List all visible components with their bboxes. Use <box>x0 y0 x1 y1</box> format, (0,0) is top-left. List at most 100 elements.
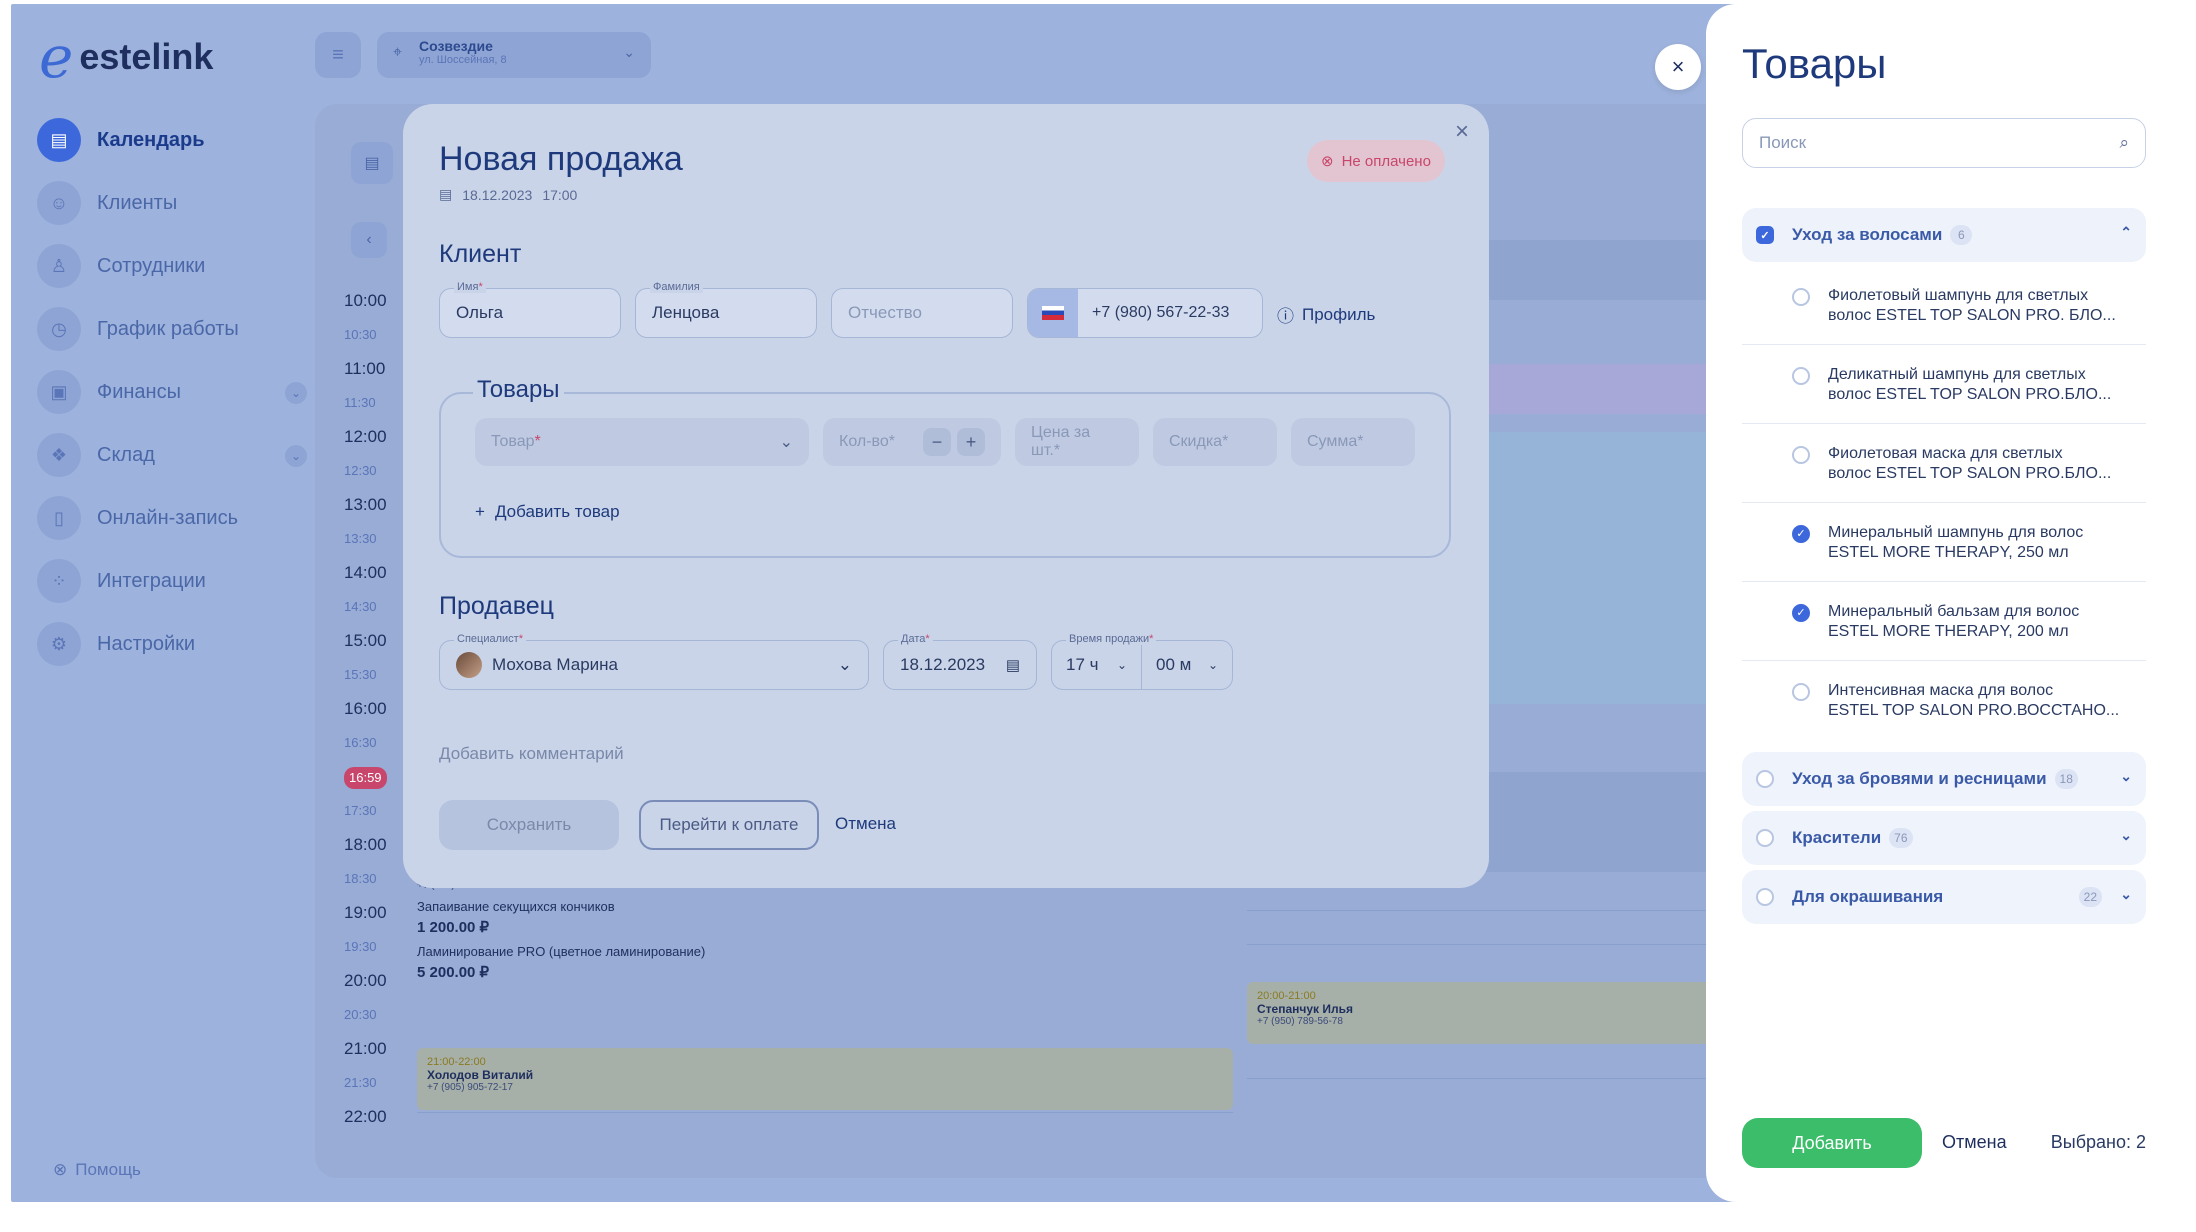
calendar-event[interactable]: 20:00-21:00 Степанчук Илья +7 (950) 789-… <box>1247 982 1717 1044</box>
sidebar-item-schedule[interactable]: ◷ График работы <box>37 307 307 351</box>
product-item[interactable]: Деликатный шампунь для светлых волос ESTE… <box>1742 345 2146 424</box>
checkbox[interactable] <box>1756 770 1774 788</box>
chevron-down-icon[interactable]: ⌄ <box>285 445 307 467</box>
checkbox-checked[interactable]: ✓ <box>1756 226 1774 244</box>
checkbox-checked[interactable]: ✓ <box>1792 604 1810 622</box>
plus-button[interactable]: + <box>957 428 985 456</box>
profile-link[interactable]: ⓘ Профиль <box>1277 302 1375 327</box>
last-name-field[interactable]: Фамилия Ленцова <box>635 281 817 338</box>
checkbox[interactable] <box>1792 288 1810 306</box>
minute-select[interactable]: 00 м ⌄ <box>1142 641 1232 689</box>
add-comment-link[interactable]: Добавить комментарий <box>439 744 624 764</box>
unpaid-icon: ⊗ <box>1321 153 1334 170</box>
category-coloring[interactable]: Для окрашивания 22 ⌄ <box>1742 870 2146 924</box>
product-item[interactable]: ✓ Минеральный бальзам для волос ESTEL MORE… <box>1742 582 2146 661</box>
sidebar-item-label: Интеграции <box>97 569 206 592</box>
checkbox[interactable] <box>1792 446 1810 464</box>
product-item[interactable]: ✓ Минеральный шампунь для волос ESTEL MORE… <box>1742 503 2146 582</box>
go-to-payment-button[interactable]: Перейти к оплате <box>639 800 819 850</box>
logo-mark-icon: e <box>39 23 74 91</box>
product-item[interactable]: Фиолетовый шампунь для светлых волос ESTE… <box>1742 266 2146 345</box>
category-brows-lashes[interactable]: Уход за бровями и ресницами 18 ⌄ <box>1742 752 2146 806</box>
calendar-slot[interactable] <box>1471 772 1721 872</box>
wallet-icon: ▣ <box>37 370 81 414</box>
sidebar-item-staff[interactable]: ♙ Сотрудники <box>37 244 307 288</box>
cancel-button[interactable]: Отмена <box>835 814 896 834</box>
product-item[interactable]: Фиолетовая маска для светлых волос ESTEL … <box>1742 424 2146 503</box>
quantity-stepper[interactable]: Кол-во* − + <box>823 418 1001 466</box>
country-flag-button[interactable] <box>1028 289 1078 337</box>
modal-time: 17:00 <box>542 186 578 203</box>
prev-day-button[interactable]: ‹ <box>351 222 387 258</box>
gear-icon: ⚙ <box>37 622 81 666</box>
help-link[interactable]: ⊗ Помощь <box>53 1160 141 1180</box>
location-select[interactable]: ⌖ Созвездие ул. Шоссейная, 8 ⌄ <box>377 32 651 78</box>
calendar-slot[interactable] <box>1471 240 1721 300</box>
field-label: Время продажи* <box>1066 633 1157 645</box>
price-input[interactable]: Цена за шт.* <box>1015 418 1139 466</box>
time-label: 19:30 <box>344 939 377 954</box>
time-label: 12:30 <box>344 463 377 478</box>
calendar-event[interactable]: 21:00-22:00 Холодов Виталий +7 (905) 905… <box>417 1048 1233 1110</box>
calendar-slot[interactable] <box>1471 364 1721 414</box>
category-hair-care[interactable]: ✓ Уход за волосами 6 ⌃ <box>1742 208 2146 262</box>
calendar-event-details[interactable]: +7 (950) 812-13-14 Запаивание секущихся … <box>417 880 1233 981</box>
calendar-view-button[interactable]: ▤ <box>351 142 393 184</box>
sidebar-item-calendar[interactable]: ▤ Календарь <box>37 118 307 162</box>
sale-time-field[interactable]: Время продажи* 17 ч ⌄ 00 м ⌄ <box>1051 633 1233 690</box>
category-count: 76 <box>1889 828 1913 848</box>
chevron-down-icon[interactable]: ⌄ <box>285 382 307 404</box>
time-label: 13:00 <box>344 495 387 514</box>
chevron-down-icon[interactable]: ⌄ <box>2120 886 2132 903</box>
chevron-down-icon[interactable]: ⌄ <box>2120 827 2132 844</box>
hour-select[interactable]: 17 ч ⌄ <box>1052 641 1142 689</box>
sidebar-item-clients[interactable]: ☺ Клиенты <box>37 181 307 225</box>
sidebar-item-label: Финансы <box>97 380 181 403</box>
good-select[interactable]: Товар* ⌄ <box>475 418 809 466</box>
chevron-up-icon[interactable]: ⌃ <box>2120 224 2132 241</box>
add-good-button[interactable]: + Добавить товар <box>475 502 620 522</box>
category-name: Уход за волосами <box>1792 225 1943 244</box>
new-sale-modal: × Новая продажа ▤ 18.12.2023 17:00 ⊗ Не опл… <box>403 104 1489 888</box>
category-dyes[interactable]: Красители 76 ⌄ <box>1742 811 2146 865</box>
search-placeholder: Поиск <box>1759 133 1807 152</box>
event-phone: +7 (905) 905-72-17 <box>427 1082 513 1093</box>
checkbox[interactable] <box>1756 829 1774 847</box>
sum-input[interactable]: Сумма* <box>1291 418 1415 466</box>
add-button[interactable]: Добавить <box>1742 1118 1922 1168</box>
sidebar-item-settings[interactable]: ⚙ Настройки <box>37 622 307 666</box>
chevron-down-icon[interactable]: ⌄ <box>2120 768 2132 785</box>
save-button[interactable]: Сохранить <box>439 800 619 850</box>
checkbox-checked[interactable]: ✓ <box>1792 525 1810 543</box>
middle-name-field[interactable]: Отчество <box>831 288 1013 338</box>
time-label: 18:30 <box>344 871 377 886</box>
close-modal-button[interactable]: × <box>1455 118 1469 146</box>
current-time: 16:59 <box>344 760 404 794</box>
category-name: Красители <box>1792 828 1882 847</box>
sidebar-item-finance[interactable]: ▣ Финансы ⌄ <box>37 370 307 414</box>
minus-button[interactable]: − <box>923 428 951 456</box>
time-label: 16:00 <box>344 699 387 718</box>
calendar-icon: ▤ <box>1005 657 1020 674</box>
phone-icon: ▯ <box>37 496 81 540</box>
close-panel-button[interactable]: × <box>1655 44 1701 90</box>
menu-toggle-button[interactable]: ≡ <box>315 32 361 78</box>
discount-input[interactable]: Скидка* <box>1153 418 1277 466</box>
checkbox[interactable] <box>1792 367 1810 385</box>
sidebar-item-online-booking[interactable]: ▯ Онлайн-запись <box>37 496 307 540</box>
sidebar-item-integrations[interactable]: ⁘ Интеграции <box>37 559 307 603</box>
specialist-select[interactable]: Специалист* Мохова Марина ⌄ <box>439 633 869 690</box>
phone-field[interactable]: +7 (980) 567-22-33 <box>1027 288 1263 338</box>
search-input[interactable]: Поиск ⌕ <box>1742 118 2146 168</box>
sale-date-field[interactable]: Дата* 18.12.2023 ▤ <box>883 633 1037 690</box>
field-label: Имя* <box>454 281 486 293</box>
checkbox[interactable] <box>1792 683 1810 701</box>
product-item[interactable]: Интенсивная маска для волос ESTEL TOP SAL… <box>1742 661 2146 740</box>
checkbox[interactable] <box>1756 888 1774 906</box>
first-name-field[interactable]: Имя* Ольга <box>439 281 621 338</box>
calendar-slot[interactable] <box>1471 432 1721 704</box>
sidebar-item-warehouse[interactable]: ❖ Склад ⌄ <box>37 433 307 477</box>
panel-cancel-button[interactable]: Отмена <box>1942 1132 2007 1153</box>
event-client: Степанчук Илья <box>1257 1002 1353 1016</box>
category-count: 22 <box>2078 887 2102 907</box>
